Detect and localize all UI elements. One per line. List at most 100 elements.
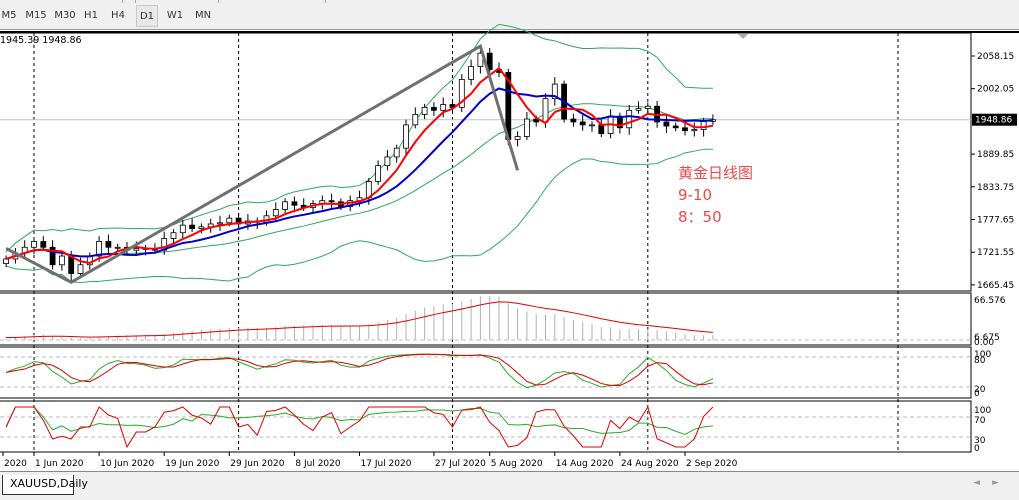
symbol-tab[interactable]: XAUUSD,Daily [2, 475, 88, 495]
price-tick-label: 2058.15 [977, 52, 1014, 62]
price-tick-label: 1721.55 [977, 248, 1014, 258]
annotation-time: 8：50 [678, 208, 722, 226]
stochastic-main [5, 353, 714, 389]
date-tick-label: 17 Jul 2020 [361, 459, 412, 469]
candle [663, 114, 670, 134]
current-price-label: 1948.86 [975, 116, 1012, 126]
candle [319, 195, 326, 210]
tab-scroll-arrows[interactable]: ◄► [973, 478, 1011, 488]
annotation-title: 黄金日线图 [678, 164, 754, 182]
candle-body [440, 104, 447, 111]
candle [579, 114, 586, 131]
candle [384, 149, 391, 171]
candle [468, 59, 475, 86]
candle [691, 122, 698, 137]
candle-body [291, 201, 298, 206]
candle-body [403, 124, 409, 149]
chart-tabs-bar: XAUUSD,Daily ◄► [0, 471, 1019, 500]
candle-body [691, 129, 698, 132]
candle [458, 74, 465, 113]
candle-body [682, 127, 688, 132]
date-tick-label: 8 Jul 2020 [295, 459, 340, 469]
candle-body [59, 255, 65, 266]
candle [644, 102, 651, 114]
candle-body [430, 106, 437, 111]
annotation-date: 9-10 [678, 186, 713, 204]
candle-body [393, 147, 400, 158]
candle [328, 193, 335, 209]
candle [672, 122, 679, 132]
date-tick-label: 5 Aug 2020 [491, 459, 543, 469]
candle-body [384, 156, 391, 167]
candle-body [542, 98, 549, 123]
candle-body [700, 120, 707, 130]
indicator-tick-label: 0 [974, 444, 980, 454]
candle-body [421, 106, 428, 115]
candle [393, 144, 400, 163]
candle-body [40, 241, 47, 248]
candle-body [133, 248, 140, 251]
date-tick-label: 27 Jul 2020 [435, 459, 486, 469]
candle [217, 215, 223, 231]
bid-ask-readout: 1945.39 1948.86 [0, 35, 82, 46]
price-tick-label: 1889.85 [977, 150, 1014, 160]
indicator-tick-label: 70 [974, 416, 986, 426]
candle-body [328, 200, 335, 203]
candle [635, 101, 642, 114]
candle [114, 243, 121, 251]
price-tick-label: 1833.75 [977, 183, 1014, 193]
date-tick-label: 10 Jun 2020 [100, 459, 154, 469]
candle [40, 236, 47, 251]
candle-body [272, 208, 279, 217]
candle-body [170, 232, 177, 239]
date-tick-label: 2 Sep 2020 [686, 459, 738, 469]
candle-body [282, 201, 289, 210]
chart-annotation: 黄金日线图 9-10 8：50 [678, 162, 753, 228]
bollinger-upper [5, 23, 713, 253]
rsi-fast-line [5, 405, 714, 449]
chart-shift-marker [738, 34, 748, 39]
candle [570, 113, 577, 127]
candle-body [579, 121, 586, 126]
candle [626, 105, 633, 135]
candle-body [663, 121, 670, 127]
indicator-tick-label: 0.00 [974, 338, 994, 348]
candle [49, 240, 56, 270]
candle-body [412, 113, 419, 126]
price-chart[interactable]: 2058.15 2002.05 1889.85 1833.75 1777.65 1721.… [0, 0, 1019, 471]
candle-body [105, 241, 112, 248]
candle-body [468, 66, 475, 80]
candle-body [114, 246, 121, 249]
candle [31, 237, 37, 255]
date-tick-label: 19 Jun 2020 [165, 459, 219, 469]
candle [235, 212, 242, 229]
candle [105, 234, 112, 255]
candle-body [31, 241, 37, 248]
date-tick-label: 29 Jun 2020 [230, 459, 284, 469]
candle [430, 102, 437, 117]
candle [412, 107, 419, 129]
candle-body [644, 105, 651, 109]
candle [589, 121, 595, 132]
candle-body [375, 165, 382, 182]
candle-body [68, 255, 75, 274]
candle-body [626, 109, 633, 129]
candle-body [635, 108, 642, 111]
ma-fast-line [5, 66, 714, 265]
candle [179, 219, 186, 240]
candle [375, 160, 382, 185]
candle-body [524, 118, 530, 137]
candle-body [598, 124, 605, 135]
date-tick-label: 1 Jun 2020 [35, 459, 84, 469]
ma-slow-line [5, 87, 713, 260]
date-tick-label: 2020 [4, 459, 27, 469]
candle-body [189, 224, 196, 230]
indicator-tick-label: 0 [974, 389, 980, 399]
candle [551, 77, 558, 106]
panel-frame-2 [0, 346, 972, 399]
bollinger-middle [5, 103, 713, 260]
indicator-tick-label: 100 [974, 406, 991, 416]
candle [403, 119, 409, 156]
candle-body [514, 136, 521, 140]
candle [59, 252, 65, 271]
